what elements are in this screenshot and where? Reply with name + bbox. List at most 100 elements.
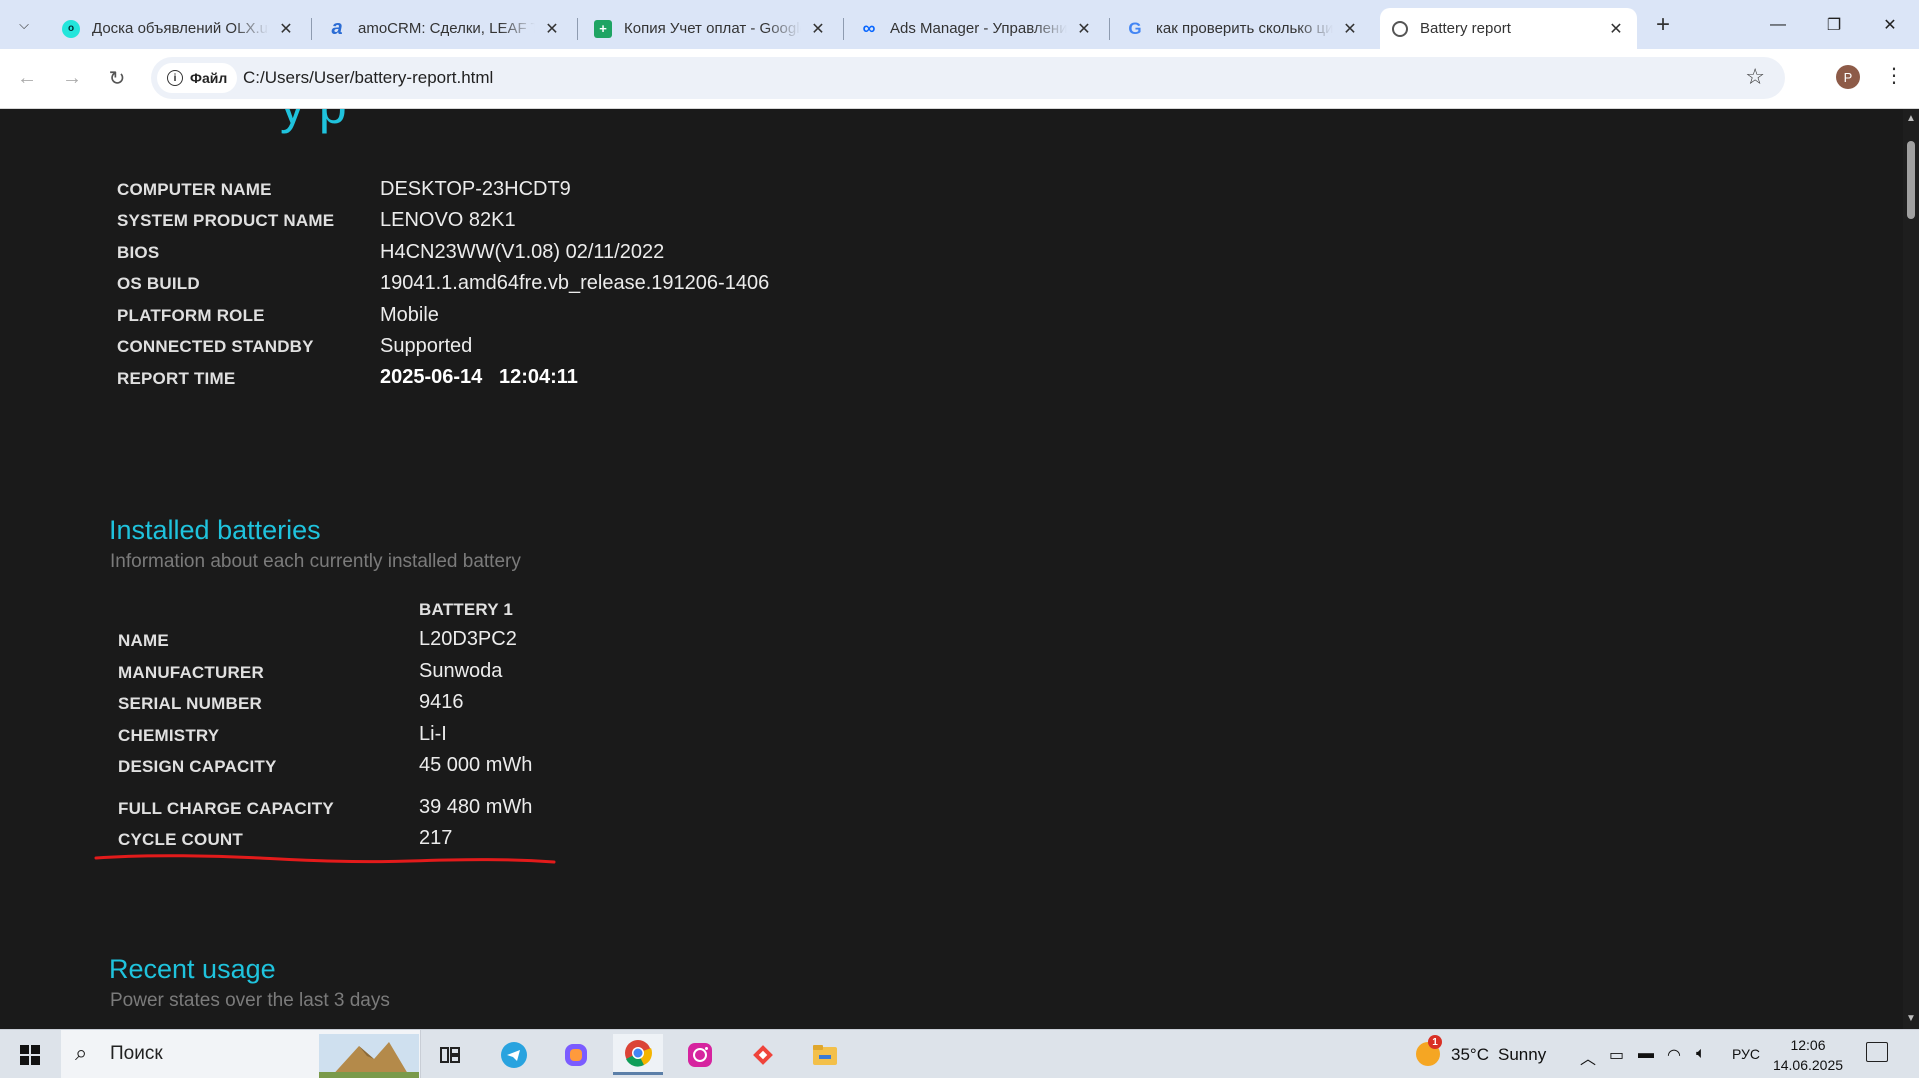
cycle-count-value: 217: [419, 827, 453, 849]
speaker-icon[interactable]: 🔈︎: [1696, 1045, 1706, 1063]
system-info-label: CONNECTED STANDBY: [117, 337, 314, 356]
battery-info-label: SERIAL NUMBER: [118, 694, 262, 713]
close-window-button[interactable]: ✕: [1862, 0, 1918, 49]
close-icon[interactable]: ✕: [277, 19, 295, 39]
tab-battery-report[interactable]: Battery report ✕: [1380, 8, 1637, 49]
tab-title: Доска объявлений OLX.uz: [92, 20, 269, 37]
instagram-app[interactable]: [675, 1034, 725, 1075]
kebab-menu-icon: ⋮: [1884, 65, 1904, 87]
cycle-count-label: CYCLE COUNT: [118, 830, 243, 849]
wifi-icon[interactable]: ◠: [1667, 1045, 1681, 1065]
tab-ads-manager[interactable]: ∞ Ads Manager - Управление ✕: [848, 8, 1105, 49]
scroll-down-icon[interactable]: ▼: [1906, 1013, 1916, 1024]
minimize-button[interactable]: —: [1750, 0, 1806, 49]
task-view-icon: [440, 1046, 460, 1063]
forward-button[interactable]: →: [57, 63, 87, 93]
notification-center-icon[interactable]: [1866, 1042, 1888, 1062]
close-icon[interactable]: ✕: [1075, 19, 1093, 39]
chevron-down-icon: ⌵: [19, 17, 29, 32]
reload-button[interactable]: ↻: [102, 63, 132, 93]
browser-toolbar: ← → ↻ i Файл C:/Users/User/battery-repor…: [0, 49, 1919, 109]
anydesk-icon: [753, 1044, 773, 1065]
tab-separator: [577, 18, 578, 40]
start-button[interactable]: [0, 1030, 60, 1078]
task-view-button[interactable]: [425, 1034, 475, 1075]
site-info-chip[interactable]: i Файл: [157, 63, 238, 93]
tab-title: Ads Manager - Управление: [890, 20, 1067, 37]
restore-button[interactable]: ❐: [1806, 0, 1862, 49]
globe-icon: [1392, 20, 1408, 37]
address-bar[interactable]: i Файл C:/Users/User/battery-report.html…: [151, 57, 1785, 99]
battery-info-value: Li-I: [419, 723, 447, 745]
weather-badge-count: 1: [1432, 1036, 1438, 1048]
anydesk-app[interactable]: [738, 1034, 788, 1075]
weather-condition[interactable]: Sunny: [1498, 1045, 1546, 1065]
bookmark-star-icon[interactable]: ☆: [1745, 64, 1765, 90]
close-icon[interactable]: ✕: [1341, 19, 1359, 39]
file-explorer-app[interactable]: [800, 1034, 850, 1075]
windows-logo-icon: [20, 1044, 40, 1065]
battery-info-value: 45 000 mWh: [419, 754, 533, 776]
system-info-label: COMPUTER NAME: [117, 180, 272, 199]
url-text[interactable]: C:/Users/User/battery-report.html: [243, 68, 493, 88]
copilot-app[interactable]: [551, 1034, 601, 1075]
battery-icon[interactable]: ▬: [1638, 1045, 1654, 1063]
battery-info-label: FULL CHARGE CAPACITY: [118, 799, 334, 818]
battery-column-header: BATTERY 1: [419, 600, 514, 619]
close-icon[interactable]: ✕: [1607, 19, 1625, 39]
report-page: y p COMPUTER NAME DESKTOP-23HCDT9 SYSTEM…: [0, 109, 1903, 1029]
system-info-label: BIOS: [117, 243, 160, 262]
recent-usage-title: Recent usage: [109, 954, 276, 984]
system-info-value: 19041.1.amd64fre.vb_release.191206-1406: [380, 272, 770, 294]
browser-menu-button[interactable]: ⋮: [1884, 63, 1904, 88]
tab-search-button[interactable]: ⌵: [9, 10, 39, 40]
telegram-icon: [501, 1041, 527, 1068]
info-icon: i: [167, 70, 183, 86]
meet-icon[interactable]: ▭: [1609, 1045, 1624, 1065]
telegram-app[interactable]: [489, 1034, 539, 1075]
tab-sheets[interactable]: + Копия Учет оплат - Google ✕: [582, 8, 839, 49]
battery-info-value: 9416: [419, 691, 464, 713]
installed-batteries-subtitle: Information about each currently install…: [110, 551, 521, 572]
system-info-value: Supported: [380, 335, 473, 357]
tab-olx[interactable]: o Доска объявлений OLX.uz ✕: [50, 8, 307, 49]
arrow-left-icon: ←: [17, 66, 37, 89]
system-clock[interactable]: 12:06 14.06.2025: [1772, 1035, 1844, 1075]
system-info-label: SYSTEM PRODUCT NAME: [117, 211, 335, 230]
reload-icon: ↻: [108, 67, 126, 90]
meta-icon: ∞: [862, 18, 876, 38]
chrome-app[interactable]: [613, 1034, 663, 1075]
close-icon[interactable]: ✕: [543, 19, 561, 39]
clock-date: 14.06.2025: [1772, 1057, 1844, 1073]
page-scrollbar[interactable]: ▲ ▼: [1903, 109, 1919, 1029]
language-indicator[interactable]: РУС: [1732, 1046, 1760, 1062]
arrow-right-icon: →: [62, 66, 82, 89]
tab-title: amoCRM: Сделки, LEAF TR: [358, 20, 535, 37]
taskbar-search[interactable]: ⌕ Поиск: [61, 1030, 421, 1078]
tab-separator: [311, 18, 312, 40]
tab-title: как проверить сколько ци: [1156, 20, 1333, 37]
battery-info-value: L20D3PC2: [419, 628, 517, 650]
report-time-value: 2025-06-14 12:04:11: [380, 366, 578, 388]
tab-strip: ⌵ o Доска объявлений OLX.uz ✕ a amoCRM: …: [0, 0, 1919, 49]
system-info-label: PLATFORM ROLE: [117, 306, 265, 325]
tab-separator: [1109, 18, 1110, 40]
system-info-label: REPORT TIME: [117, 369, 236, 388]
back-button[interactable]: ←: [12, 63, 42, 93]
close-icon: ✕: [1883, 16, 1897, 34]
tab-amocrm[interactable]: a amoCRM: Сделки, LEAF TR ✕: [316, 8, 573, 49]
scroll-thumb[interactable]: [1907, 141, 1915, 219]
instagram-icon: [688, 1042, 712, 1067]
new-tab-button[interactable]: +: [1649, 12, 1677, 40]
profile-avatar[interactable]: P: [1836, 65, 1860, 89]
scroll-up-icon[interactable]: ▲: [1906, 113, 1916, 124]
tab-google-search[interactable]: G как проверить сколько ци ✕: [1114, 8, 1371, 49]
minimize-icon: —: [1770, 15, 1786, 33]
close-icon[interactable]: ✕: [809, 19, 827, 39]
weather-badge: 1: [1428, 1035, 1442, 1049]
copilot-icon: [565, 1043, 587, 1066]
weather-temperature[interactable]: 35°C: [1451, 1045, 1489, 1065]
site-info-label: Файл: [190, 70, 228, 86]
system-info-value: DESKTOP-23HCDT9: [380, 178, 571, 200]
chevron-up-icon[interactable]: ︿: [1580, 1045, 1596, 1069]
